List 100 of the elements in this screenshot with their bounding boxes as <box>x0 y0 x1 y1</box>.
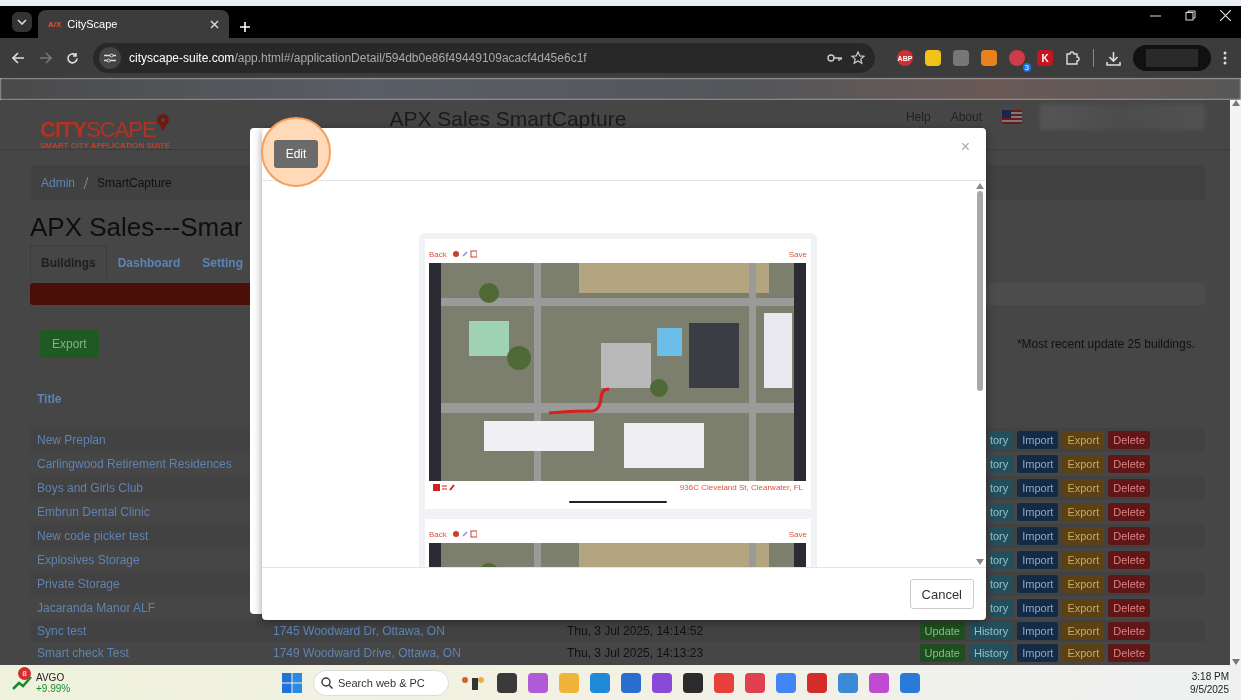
back-arrow-icon[interactable] <box>12 52 25 64</box>
export-button[interactable]: Export <box>1062 599 1105 617</box>
export-button[interactable]: Export <box>1062 551 1105 569</box>
import-button[interactable]: Import <box>1017 503 1059 521</box>
clock-time: 3:18 PM <box>1191 669 1229 683</box>
save-link[interactable]: Save <box>788 529 807 539</box>
taskbar-app-icon[interactable] <box>497 672 517 693</box>
delete-button[interactable]: Delete <box>1108 599 1150 617</box>
title-link[interactable]: Smart check Test <box>37 646 273 660</box>
delete-button[interactable]: Delete <box>1108 479 1150 497</box>
extension-icon[interactable]: K <box>1037 50 1053 66</box>
update-button[interactable]: Update <box>919 644 965 662</box>
export-button[interactable]: Export <box>1062 479 1105 497</box>
site-settings-icon[interactable] <box>104 53 116 63</box>
back-link[interactable]: Back <box>429 249 447 259</box>
close-button[interactable]: × <box>954 137 976 157</box>
scroll-up-icon[interactable] <box>976 183 984 189</box>
import-button[interactable]: Import <box>1017 644 1059 662</box>
import-button[interactable]: Import <box>1017 599 1059 617</box>
export-button[interactable]: Export <box>1062 503 1105 521</box>
history-button[interactable]: tory <box>988 479 1014 497</box>
export-button[interactable]: Export <box>1062 431 1105 449</box>
import-button[interactable]: Import <box>1017 575 1059 593</box>
cancel-button[interactable]: Cancel <box>909 579 974 609</box>
breadcrumb-link[interactable]: Admin <box>41 175 75 190</box>
extension-badge: 3 <box>1022 63 1031 72</box>
menu-icon[interactable] <box>1223 51 1227 65</box>
extension-icon[interactable] <box>925 50 941 66</box>
stock-symbol: AVGO <box>36 671 66 683</box>
import-button[interactable]: Import <box>1017 551 1059 569</box>
new-tab-icon[interactable] <box>239 21 251 33</box>
delete-button[interactable]: Delete <box>1108 622 1150 640</box>
history-button[interactable]: tory <box>988 599 1014 617</box>
extension-icon[interactable] <box>981 50 997 66</box>
address-link[interactable]: 1745 Woodward Dr, Ottawa, ON <box>273 624 445 638</box>
history-button[interactable]: tory <box>988 503 1014 521</box>
forward-arrow-icon[interactable] <box>39 52 52 64</box>
close-icon[interactable] <box>210 19 219 29</box>
export-button[interactable]: Export <box>1062 644 1105 662</box>
import-button[interactable]: Import <box>1017 455 1059 473</box>
tab-title: CityScape <box>67 18 119 30</box>
close-icon[interactable] <box>1220 10 1231 21</box>
page-tab[interactable]: Setting <box>191 245 255 279</box>
chevron-down-icon <box>17 19 27 25</box>
delete-button[interactable]: Delete <box>1108 644 1150 662</box>
delete-button[interactable]: Delete <box>1108 575 1150 593</box>
tab-search-button[interactable] <box>12 12 32 32</box>
delete-button[interactable]: Delete <box>1108 431 1150 449</box>
page-tab[interactable]: Dashboard <box>106 245 192 279</box>
edit-button[interactable]: Edit <box>274 140 318 168</box>
export-button[interactable]: Export <box>1062 527 1105 545</box>
back-link[interactable]: Back <box>429 529 447 539</box>
reload-icon[interactable] <box>66 51 79 65</box>
puzzle-icon[interactable] <box>1065 50 1081 66</box>
browser-tab[interactable]: A/X CityScape <box>38 10 229 38</box>
clock-date: 9/5/2025 <box>1190 682 1229 696</box>
restore-icon[interactable] <box>1185 10 1196 21</box>
update-button[interactable]: Update <box>919 622 965 640</box>
delete-button[interactable]: Delete <box>1108 527 1150 545</box>
export-button[interactable]: Export <box>40 330 99 358</box>
flag-icon[interactable] <box>1002 110 1022 124</box>
stock-chart-icon[interactable] <box>12 674 32 691</box>
title-link[interactable]: Sync test <box>37 624 273 638</box>
history-button[interactable]: tory <box>988 431 1014 449</box>
import-button[interactable]: Import <box>1017 527 1059 545</box>
column-header: Title <box>36 392 63 408</box>
key-icon[interactable] <box>827 53 843 63</box>
address-bar[interactable]: cityscape-suite.com/app.html#/applicationDetail/594db0e86f49449109acacf4d45e6c1f <box>93 43 875 73</box>
slash-separator-icon <box>83 176 89 189</box>
extension-icon[interactable] <box>1009 50 1025 66</box>
export-button[interactable]: Export <box>1062 575 1105 593</box>
import-button[interactable]: Import <box>1017 431 1059 449</box>
history-button[interactable]: History <box>969 644 1014 662</box>
windows-start-icon[interactable] <box>282 672 302 693</box>
scroll-thumb[interactable] <box>977 191 983 391</box>
import-button[interactable]: Import <box>1017 479 1059 497</box>
scroll-down-icon[interactable] <box>976 559 984 565</box>
tool-icons-drawing <box>452 530 477 538</box>
delete-button[interactable]: Delete <box>1108 455 1150 473</box>
taskbar-search-field[interactable]: Search web & PC <box>313 669 449 696</box>
history-button[interactable]: tory <box>988 455 1014 473</box>
page-scrollbar[interactable] <box>1230 100 1241 665</box>
delete-button[interactable]: Delete <box>1108 503 1150 521</box>
stock-change: +9.99% <box>36 682 71 694</box>
taskbar-app-icon[interactable] <box>683 672 703 693</box>
address-link[interactable]: 1749 Woodward Drive, Ottawa, ON <box>273 646 461 660</box>
delete-button[interactable]: Delete <box>1108 551 1150 569</box>
history-button[interactable]: History <box>969 622 1014 640</box>
favicon: A/X <box>48 19 62 29</box>
dialog-scrollbar[interactable] <box>974 181 986 567</box>
history-button[interactable]: tory <box>988 527 1014 545</box>
history-button[interactable]: tory <box>988 575 1014 593</box>
export-button[interactable]: Export <box>1062 455 1105 473</box>
history-button[interactable]: tory <box>988 551 1014 569</box>
save-link[interactable]: Save <box>788 249 807 259</box>
url-text: cityscape-suite.com/app.html#/applicationDetail/594db0e86f49449109acacf4d45e6c1f <box>129 51 588 65</box>
download-icon[interactable] <box>1106 50 1121 66</box>
export-button[interactable]: Export <box>1062 622 1105 640</box>
star-icon[interactable] <box>851 51 865 65</box>
import-button[interactable]: Import <box>1017 622 1059 640</box>
